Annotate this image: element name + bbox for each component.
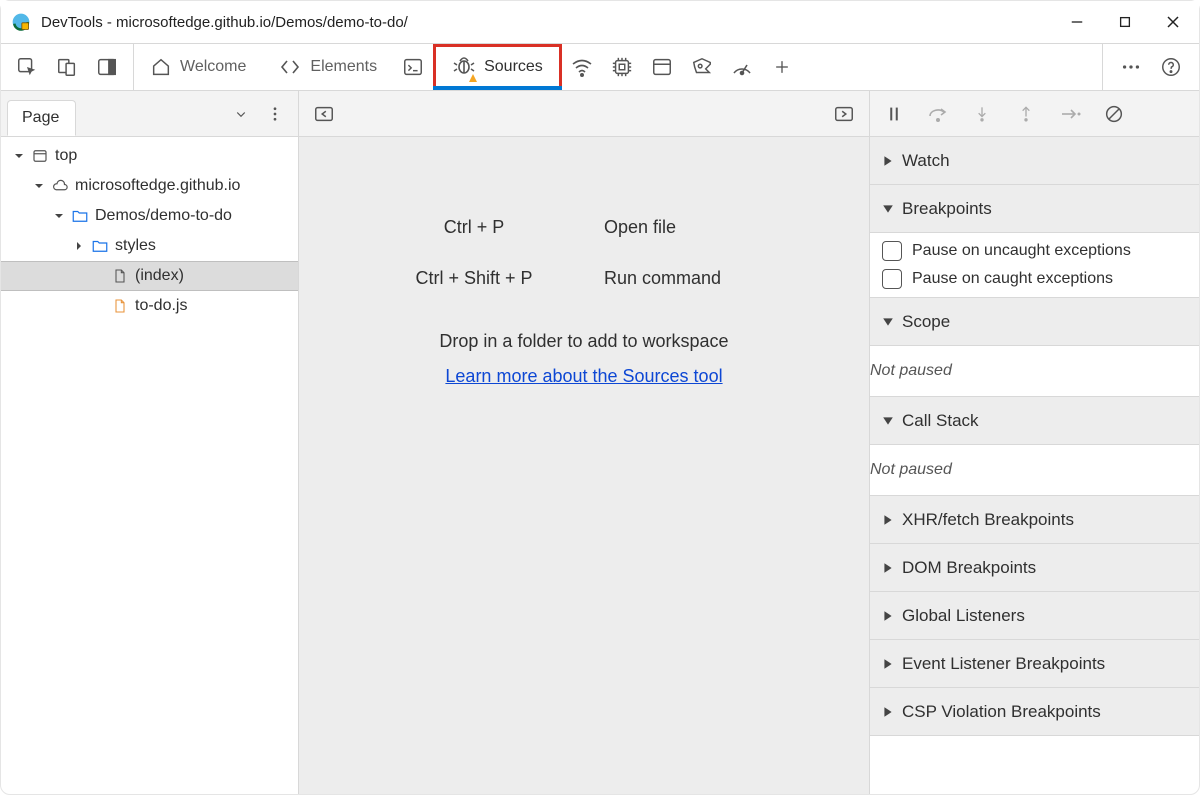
document-icon (111, 267, 129, 285)
tab-welcome[interactable]: Welcome (134, 44, 262, 90)
hide-navigator-icon[interactable] (309, 90, 339, 138)
learn-more-sources-link[interactable]: Learn more about the Sources tool (445, 366, 722, 387)
section-global[interactable]: Global Listeners (870, 592, 1199, 640)
tree-index-label: (index) (135, 267, 184, 285)
tree-top[interactable]: top (1, 141, 298, 171)
tree-styles-label: styles (115, 237, 156, 255)
more-options-icon[interactable] (1111, 43, 1151, 91)
tree-styles[interactable]: styles (1, 231, 298, 261)
bug-icon (452, 53, 476, 82)
step-into-button[interactable] (962, 97, 1002, 131)
tab-network-icon[interactable] (562, 43, 602, 91)
hint-openfile-key: Ctrl + P (384, 217, 564, 238)
step-out-button[interactable] (1006, 97, 1046, 131)
callstack-not-paused: Not paused (870, 461, 1199, 479)
section-global-label: Global Listeners (902, 606, 1025, 626)
hide-debugger-icon[interactable] (829, 90, 859, 138)
navigator-page-tab-label: Page (22, 109, 59, 127)
file-tree: top microsoftedge.github.io Demos/demo-t… (1, 137, 298, 794)
folder-icon (91, 237, 109, 255)
tree-path[interactable]: Demos/demo-to-do (1, 201, 298, 231)
tab-sources-label: Sources (484, 58, 543, 76)
script-icon (111, 297, 129, 315)
tree-path-label: Demos/demo-to-do (95, 207, 232, 225)
step-over-button[interactable] (918, 97, 958, 131)
section-xhr[interactable]: XHR/fetch Breakpoints (870, 496, 1199, 544)
scope-not-paused: Not paused (870, 362, 1199, 380)
section-event-listeners[interactable]: Event Listener Breakpoints (870, 640, 1199, 688)
tree-index[interactable]: (index) (1, 261, 298, 291)
tree-todo-label: to-do.js (135, 297, 187, 315)
tab-memory-icon[interactable] (602, 43, 642, 91)
pause-caught-checkbox[interactable] (882, 269, 902, 289)
navigator-chevron-icon[interactable] (224, 90, 258, 138)
close-button[interactable] (1163, 12, 1183, 32)
hint-runcmd-key: Ctrl + Shift + P (384, 268, 564, 289)
tab-security-icon[interactable] (682, 43, 722, 91)
tree-todo[interactable]: to-do.js (1, 291, 298, 321)
dock-side-icon[interactable] (87, 43, 127, 91)
section-callstack[interactable]: Call Stack (870, 397, 1199, 445)
maximize-button[interactable] (1115, 12, 1135, 32)
section-breakpoints[interactable]: Breakpoints (870, 185, 1199, 233)
section-watch[interactable]: Watch (870, 137, 1199, 185)
device-emulation-icon[interactable] (47, 43, 87, 91)
frame-icon (31, 147, 49, 165)
deactivate-breakpoints-button[interactable] (1094, 97, 1134, 131)
step-button[interactable] (1050, 97, 1090, 131)
navigator-page-tab[interactable]: Page (7, 100, 76, 136)
tree-top-label: top (55, 147, 77, 165)
section-csp-label: CSP Violation Breakpoints (902, 702, 1101, 722)
tab-elements[interactable]: Elements (262, 44, 393, 90)
edge-devtools-icon (11, 12, 31, 32)
minimize-button[interactable] (1067, 12, 1087, 32)
section-breakpoints-label: Breakpoints (902, 199, 992, 219)
window-title: DevTools - microsoftedge.github.io/Demos… (41, 14, 1067, 31)
section-watch-label: Watch (902, 151, 950, 171)
section-callstack-label: Call Stack (902, 411, 979, 431)
section-scope[interactable]: Scope (870, 298, 1199, 346)
help-icon[interactable] (1151, 43, 1191, 91)
tab-sources[interactable]: Sources (433, 44, 562, 90)
pause-caught-label: Pause on caught exceptions (912, 270, 1113, 288)
navigator-more-icon[interactable] (258, 90, 292, 138)
tab-elements-label: Elements (310, 58, 377, 76)
section-event-listeners-label: Event Listener Breakpoints (902, 654, 1105, 674)
hint-openfile-action: Open file (604, 217, 784, 238)
section-dom-label: DOM Breakpoints (902, 558, 1036, 578)
inspect-element-icon[interactable] (7, 43, 47, 91)
section-csp[interactable]: CSP Violation Breakpoints (870, 688, 1199, 736)
more-tabs-button[interactable] (762, 43, 802, 91)
pause-uncaught-checkbox[interactable] (882, 241, 902, 261)
drop-workspace-text: Drop in a folder to add to workspace (439, 331, 728, 352)
tab-performance-icon[interactable] (722, 43, 762, 91)
section-xhr-label: XHR/fetch Breakpoints (902, 510, 1074, 530)
hint-runcmd-action: Run command (604, 268, 784, 289)
tab-welcome-label: Welcome (180, 58, 246, 76)
pause-button[interactable] (874, 97, 914, 131)
pause-uncaught-label: Pause on uncaught exceptions (912, 242, 1131, 260)
folder-icon (71, 207, 89, 225)
tree-domain[interactable]: microsoftedge.github.io (1, 171, 298, 201)
tab-console-icon[interactable] (393, 43, 433, 91)
tab-application-icon[interactable] (642, 43, 682, 91)
cloud-icon (51, 177, 69, 195)
section-scope-label: Scope (902, 312, 950, 332)
section-dom[interactable]: DOM Breakpoints (870, 544, 1199, 592)
tree-domain-label: microsoftedge.github.io (75, 177, 240, 195)
